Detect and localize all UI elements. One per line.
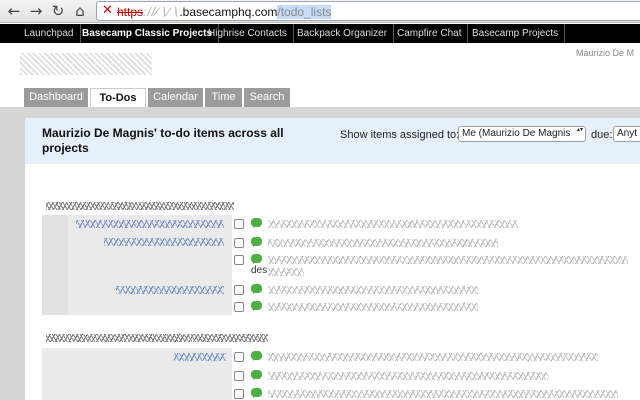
todo-checkbox[interactable] bbox=[234, 219, 244, 229]
tab-search[interactable]: Search bbox=[244, 88, 290, 107]
todo-list-link-redacted[interactable] bbox=[116, 286, 224, 294]
url-scheme: https bbox=[117, 5, 144, 19]
todo-text-wrapped: des bbox=[251, 265, 268, 276]
comment-bubble-icon[interactable] bbox=[251, 370, 262, 380]
url-host: .basecamphq.com bbox=[179, 5, 278, 19]
todo-checkbox[interactable] bbox=[234, 238, 244, 248]
comment-bubble-icon[interactable] bbox=[251, 351, 262, 361]
todo-checkbox[interactable] bbox=[234, 352, 244, 362]
highrise-link[interactable]: Highrise Contacts bbox=[202, 24, 294, 43]
reload-icon[interactable]: ↻ bbox=[48, 2, 68, 20]
comment-bubble-icon[interactable] bbox=[251, 254, 262, 264]
assignee-select[interactable]: Me (Maurizio De Magnis bbox=[458, 126, 586, 142]
forward-icon[interactable]: → bbox=[26, 2, 46, 20]
todo-checkbox[interactable] bbox=[234, 255, 244, 265]
address-bar[interactable]: ✕ https://∕∖∕∖.basecamphq.com/todo_lists bbox=[96, 1, 640, 21]
todo-text-redacted bbox=[268, 353, 598, 361]
due-filter-label: due: bbox=[591, 129, 613, 141]
comment-bubble-icon[interactable] bbox=[251, 301, 262, 311]
user-name[interactable]: Maurizio De M bbox=[576, 48, 634, 58]
backpack-link[interactable]: Backpack Organizer bbox=[291, 24, 395, 43]
home-icon[interactable]: ⌂ bbox=[70, 2, 90, 20]
page-title: Maurizio De Magnis' to-do items across a… bbox=[42, 126, 284, 155]
url-subdomain-redacted: ://∕∖∕∖ bbox=[143, 5, 180, 19]
todo-checkbox[interactable] bbox=[234, 285, 244, 295]
assignee-filter-label: Show items assigned to: bbox=[340, 129, 460, 141]
due-select[interactable]: Anyt bbox=[613, 126, 640, 142]
browser-toolbar: ← → ↻ ⌂ ✕ https://∕∖∕∖.basecamphq.com/to… bbox=[0, 0, 640, 23]
comment-bubble-icon[interactable] bbox=[251, 237, 262, 247]
todo-list-link-redacted[interactable] bbox=[104, 238, 224, 246]
campfire-link[interactable]: Campfire Chat bbox=[391, 24, 469, 43]
comment-bubble-icon[interactable] bbox=[251, 284, 262, 294]
todo-list-link-redacted[interactable] bbox=[76, 220, 224, 228]
project-title-redacted[interactable] bbox=[46, 334, 268, 342]
todo-text-redacted bbox=[268, 256, 628, 264]
todo-text-redacted bbox=[268, 372, 548, 380]
todo-list-names-column bbox=[42, 215, 232, 315]
todo-checkbox[interactable] bbox=[234, 389, 244, 399]
app-switcher-bar: Launchpad Basecamp Classic Projects High… bbox=[0, 24, 640, 43]
todo-checkbox[interactable] bbox=[234, 302, 244, 312]
url-path: /todo_lists bbox=[277, 5, 332, 19]
company-logo-redacted bbox=[20, 53, 152, 75]
url-text: https://∕∖∕∖.basecamphq.com/todo_lists bbox=[117, 5, 332, 19]
todo-list-link-redacted[interactable] bbox=[174, 353, 226, 361]
project-title-redacted[interactable] bbox=[46, 202, 234, 210]
tab-time[interactable]: Time bbox=[205, 88, 242, 107]
todo-checkbox[interactable] bbox=[234, 371, 244, 381]
todo-text-redacted bbox=[268, 239, 498, 247]
todo-text-redacted bbox=[268, 286, 478, 294]
basecamp-projects-link[interactable]: Basecamp Projects bbox=[466, 24, 566, 43]
todo-text-redacted bbox=[268, 303, 478, 311]
insecure-x-icon: ✕ bbox=[102, 3, 113, 18]
todo-list-gutter bbox=[42, 215, 68, 315]
todo-text-redacted bbox=[268, 390, 618, 398]
comment-bubble-icon[interactable] bbox=[251, 388, 262, 398]
tab-calendar[interactable]: Calendar bbox=[148, 88, 203, 107]
tab-todos[interactable]: To-Dos bbox=[90, 88, 146, 107]
launchpad-link[interactable]: Launchpad bbox=[18, 24, 81, 43]
comment-bubble-icon[interactable] bbox=[251, 218, 262, 228]
basecamp-classic-link[interactable]: Basecamp Classic Projects bbox=[76, 24, 220, 43]
back-icon[interactable]: ← bbox=[4, 2, 24, 20]
todo-text-redacted bbox=[268, 268, 304, 276]
todo-text-redacted bbox=[268, 220, 518, 228]
tab-dashboard[interactable]: Dashboard bbox=[24, 88, 88, 107]
